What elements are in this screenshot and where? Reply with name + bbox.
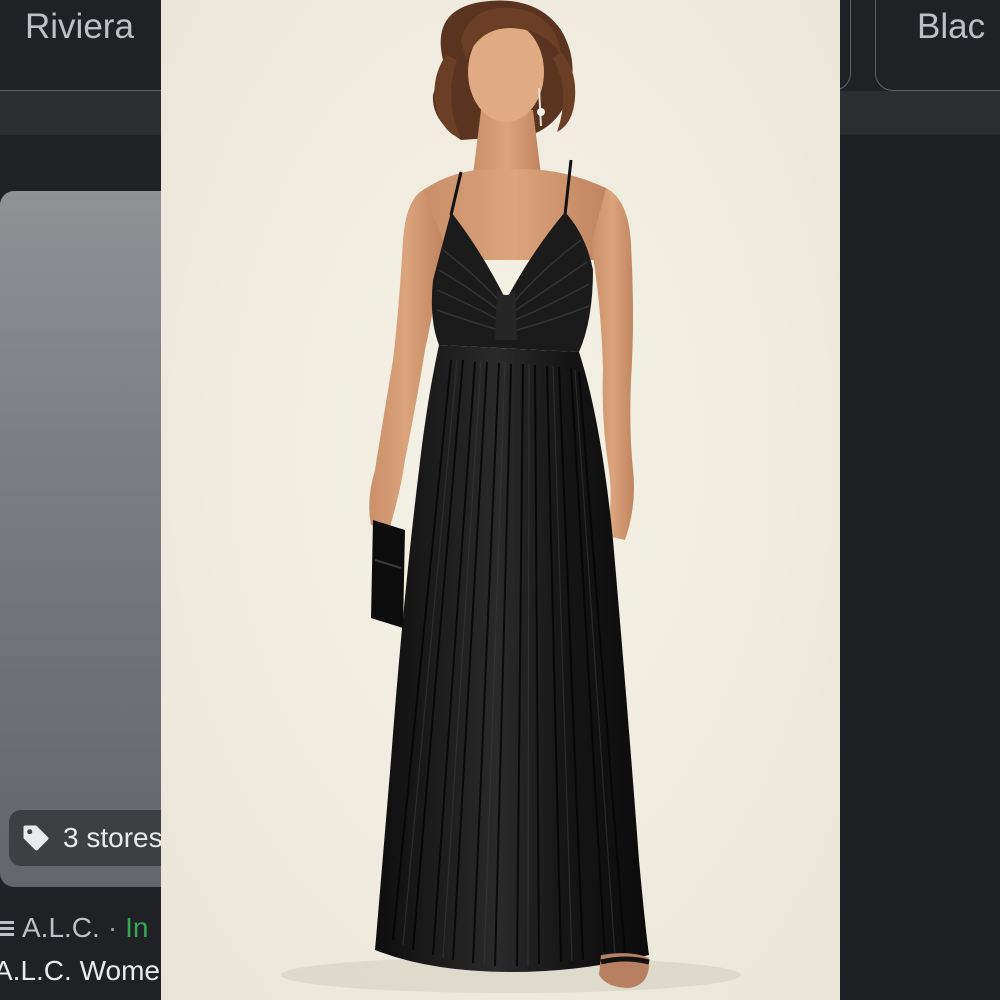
filter-chip-label: Riviera: [25, 7, 134, 46]
chip-bar-divider: [840, 91, 1000, 135]
right-results-column: Blac: [840, 0, 1000, 1000]
filter-chip-previous[interactable]: [840, 0, 851, 91]
store-lines-icon: [0, 921, 14, 936]
filter-chip-label: Blac: [917, 7, 986, 46]
seller-row: A.L.C. · In: [0, 908, 149, 948]
filter-chip-black[interactable]: Blac: [875, 0, 1000, 91]
separator-dot: ·: [107, 912, 118, 943]
product-photo[interactable]: [161, 0, 840, 1000]
product-image-card[interactable]: [0, 191, 161, 887]
stores-count: 3 stores: [63, 822, 161, 853]
filter-chip-riviera[interactable]: Riviera: [0, 0, 161, 91]
stock-status: In: [125, 912, 149, 943]
right-panel: [840, 135, 1000, 1000]
product-title[interactable]: A.L.C. Wome: [0, 955, 160, 987]
stores-badge[interactable]: 3 stores: [9, 810, 161, 866]
chip-bar-divider: [0, 91, 161, 135]
model-in-black-dress-image: [281, 0, 741, 993]
left-results-column: Riviera 3 stores A.L.C. · In A.L.C. Wome: [0, 0, 161, 1000]
tag-icon: [23, 825, 49, 851]
seller-name: A.L.C.: [22, 912, 100, 943]
